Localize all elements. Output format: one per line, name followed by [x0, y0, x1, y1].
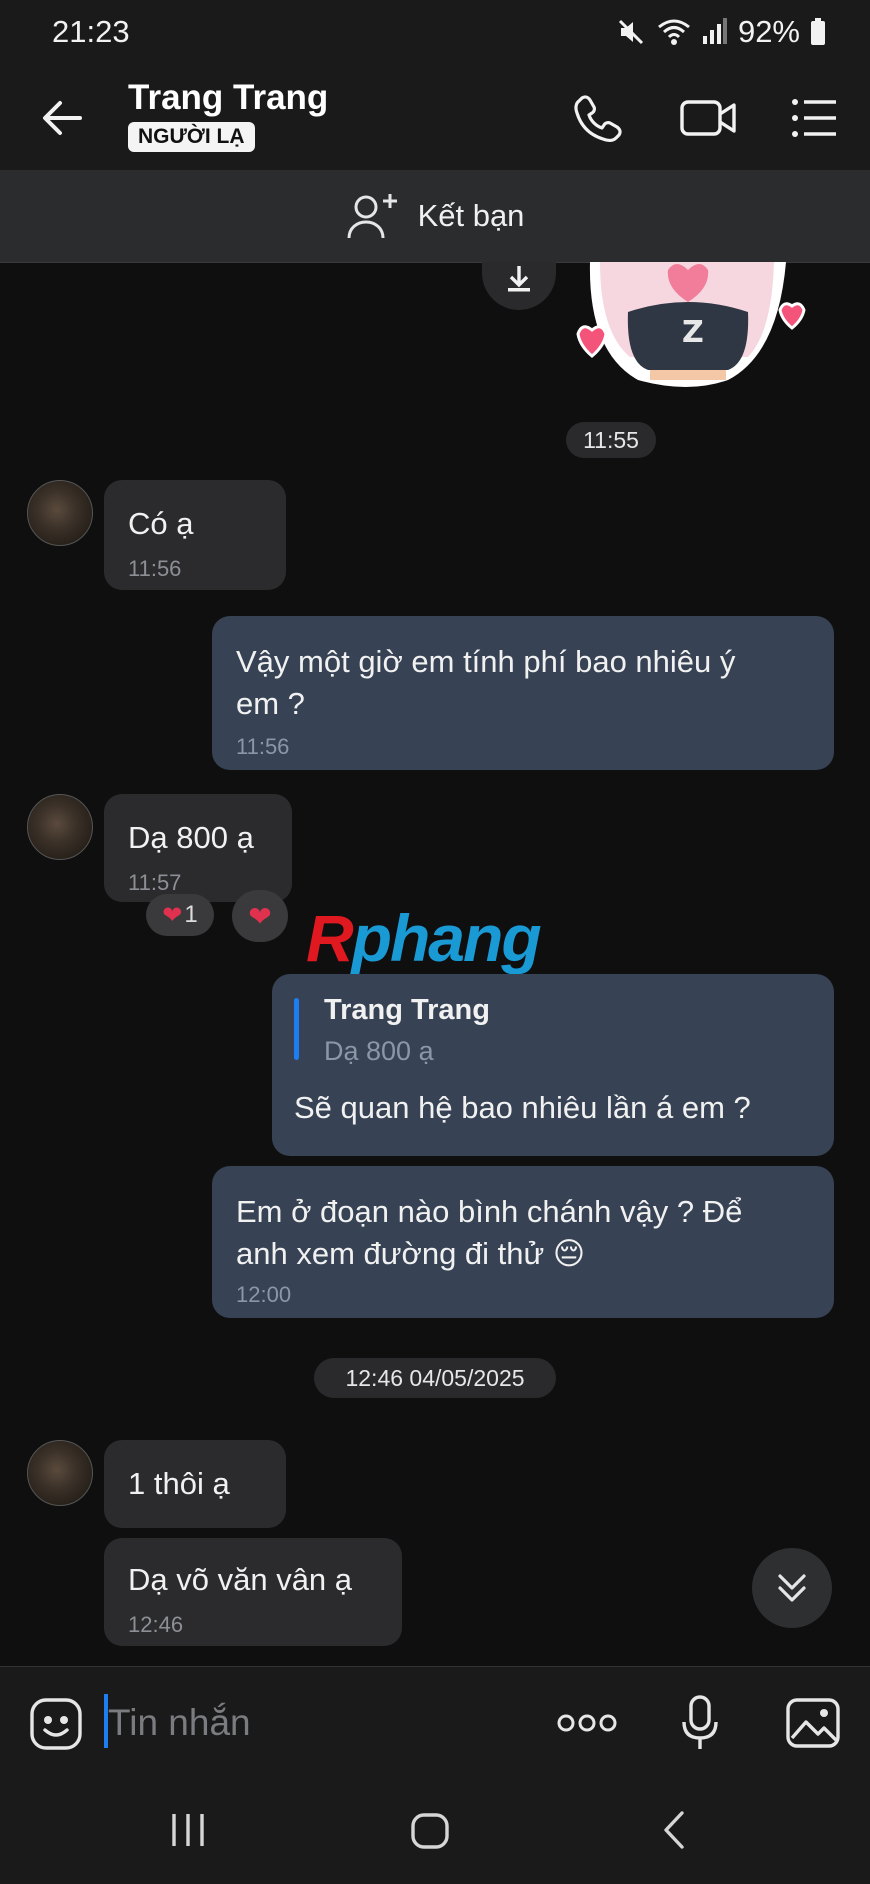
emoji-button[interactable]: [28, 1696, 84, 1752]
sticker-image[interactable]: Z: [568, 262, 828, 392]
message-text: Dạ 800 ạ: [128, 820, 254, 855]
message-text: Có ạ: [128, 506, 194, 541]
message-time: 12:00: [236, 1282, 292, 1307]
message-text-line: Em ở đoạn nào bình chánh vậy ? Để: [236, 1194, 743, 1229]
watermark-logo: Rphang: [306, 901, 542, 975]
reaction-summary[interactable]: ❤ 1: [146, 894, 214, 936]
svg-text:Z: Z: [682, 315, 704, 350]
heart-icon: ❤: [248, 900, 272, 932]
message-bubble-incoming[interactable]: Có ạ 11:56: [104, 480, 286, 590]
menu-list-icon: [792, 99, 836, 137]
reaction-count: 1: [184, 901, 198, 928]
message-text: Dạ võ văn vân ạ: [128, 1562, 353, 1597]
message-bubble-outgoing-reply[interactable]: Trang Trang Dạ 800 ạ Sẽ quan hệ bao nhiê…: [272, 974, 834, 1156]
message-bubble-incoming[interactable]: Dạ 800 ạ 11:57: [104, 794, 292, 902]
message-bubble-incoming[interactable]: 1 thôi ạ: [104, 1440, 286, 1528]
chevron-left-icon: [664, 1811, 684, 1849]
more-options-button[interactable]: [556, 1708, 618, 1738]
message-text: 1 thôi ạ: [128, 1466, 230, 1501]
contact-avatar[interactable]: [27, 794, 93, 860]
sticker-character-image: Z: [576, 262, 806, 387]
reply-accent-bar: [294, 998, 299, 1060]
message-text-line: em ?: [236, 686, 305, 721]
more-dots-icon: [557, 1714, 617, 1732]
signal-icon: [702, 18, 727, 44]
video-call-icon: [680, 100, 736, 136]
stranger-badge: NGƯỜI LẠ: [128, 122, 255, 152]
status-icons: 92%: [616, 14, 826, 50]
message-time: 12:46: [128, 1612, 184, 1637]
add-reaction-button[interactable]: ❤: [232, 890, 288, 942]
message-bubble-incoming[interactable]: Dạ võ văn vân ạ 12:46: [104, 1538, 402, 1646]
message-text: Sẽ quan hệ bao nhiêu lần á em ?: [294, 1090, 751, 1125]
photo-button[interactable]: [784, 1696, 842, 1750]
double-chevron-down-icon: [778, 1574, 806, 1602]
message-input[interactable]: Tin nhắn: [108, 1702, 251, 1744]
microphone-icon: [682, 1695, 718, 1749]
message-bubble-outgoing[interactable]: Vậy một giờ em tính phí bao nhiêu ý em ?…: [212, 616, 834, 770]
date-divider: 12:46 04/05/2025: [314, 1358, 556, 1398]
call-button[interactable]: [572, 92, 624, 144]
add-friend-bar[interactable]: Kết bạn: [0, 170, 870, 263]
recent-apps-button[interactable]: [168, 1812, 208, 1848]
mute-icon: [618, 19, 644, 45]
message-text-line: Vậy một giờ em tính phí bao nhiêu ý: [236, 644, 736, 679]
voice-message-button[interactable]: [680, 1694, 720, 1752]
message-time: 11:56: [128, 556, 182, 581]
add-friend-label: Kết bạn: [417, 198, 525, 233]
video-call-button[interactable]: [678, 92, 738, 144]
message-time: 11:57: [128, 870, 182, 895]
contact-name[interactable]: Trang Trang: [128, 78, 328, 118]
sticker-emoji-icon: [30, 1698, 82, 1750]
battery-icon: [811, 18, 825, 45]
back-button[interactable]: [38, 94, 86, 142]
back-arrow-icon: [43, 101, 82, 135]
reply-quoted-text: Dạ 800 ạ: [324, 1036, 434, 1066]
system-back-button[interactable]: [660, 1810, 688, 1850]
wifi-icon: [658, 19, 690, 45]
home-button[interactable]: [410, 1812, 450, 1850]
phone-icon: [574, 95, 622, 142]
download-button[interactable]: [482, 262, 556, 310]
battery-percent: 92%: [737, 14, 800, 49]
scroll-to-bottom-button[interactable]: [752, 1548, 832, 1628]
home-icon: [411, 1813, 449, 1849]
message-bubble-outgoing[interactable]: Em ở đoạn nào bình chánh vậy ? Để anh xe…: [212, 1166, 834, 1318]
add-friend-icon: [347, 194, 397, 239]
menu-button[interactable]: [790, 96, 838, 140]
reply-sender-name: Trang Trang: [324, 994, 490, 1026]
image-gallery-icon: [786, 1698, 840, 1748]
recent-apps-icon: [172, 1814, 204, 1846]
status-time: 21:23: [52, 14, 130, 49]
download-icon: [508, 266, 530, 292]
time-divider: 11:55: [566, 422, 656, 458]
message-text-line: anh xem đường đi thử 😔: [236, 1236, 586, 1271]
contact-avatar[interactable]: [27, 1440, 93, 1506]
heart-reaction-icon: ❤: [162, 901, 183, 929]
contact-avatar[interactable]: [27, 480, 93, 546]
message-time: 11:56: [236, 734, 290, 759]
